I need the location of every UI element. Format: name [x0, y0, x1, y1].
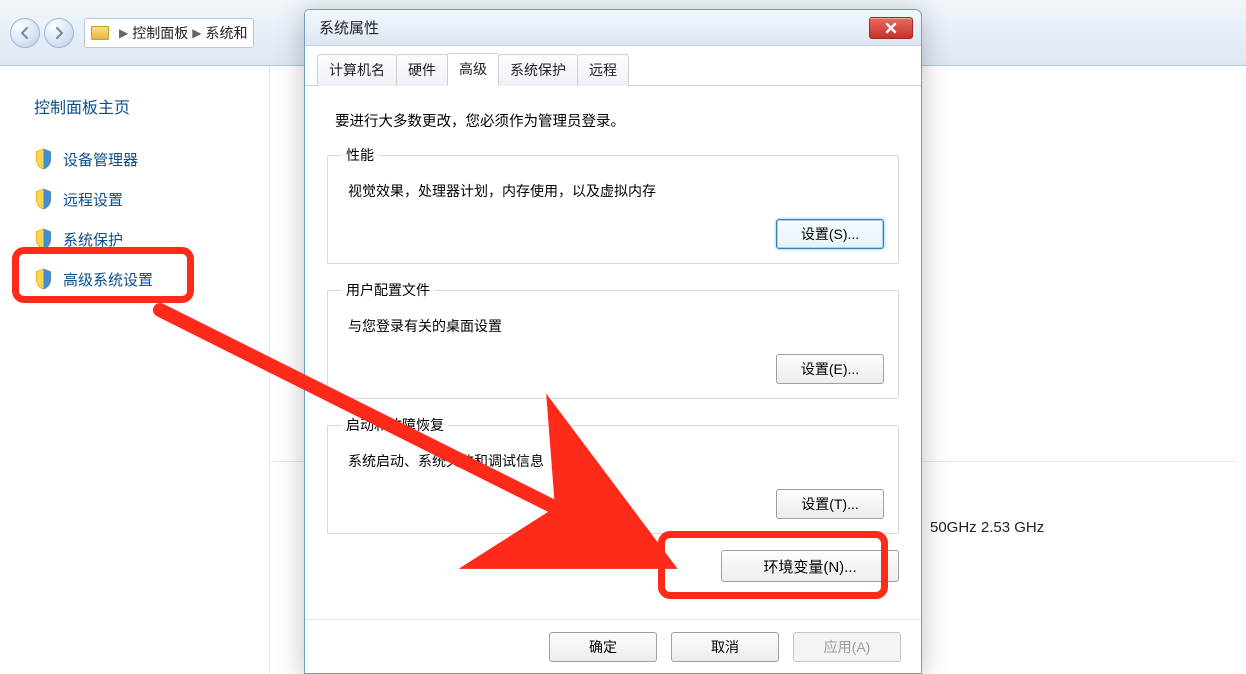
group-legend: 用户配置文件 — [342, 280, 434, 300]
address-bar[interactable]: ▶ 控制面板 ▶ 系统和 — [84, 18, 254, 48]
ok-button[interactable]: 确定 — [549, 632, 657, 662]
folder-icon — [91, 26, 109, 40]
sidebar-item-remote-settings[interactable]: 远程设置 — [34, 188, 249, 210]
shield-icon — [34, 268, 53, 290]
breadcrumb-item[interactable]: 控制面板 — [132, 23, 188, 43]
sidebar-item-device-manager[interactable]: 设备管理器 — [34, 148, 249, 170]
dialog-bottom-bar: 确定 取消 应用(A) — [305, 619, 921, 673]
apply-button[interactable]: 应用(A) — [793, 632, 901, 662]
dialog-title: 系统属性 — [319, 17, 869, 38]
tab-advanced[interactable]: 高级 — [447, 53, 499, 86]
performance-settings-button[interactable]: 设置(S)... — [776, 219, 884, 249]
sidebar-item-label: 系统保护 — [63, 229, 123, 250]
group-desc: 视觉效果，处理器计划，内存使用，以及虚拟内存 — [348, 181, 884, 201]
group-legend: 启动和故障恢复 — [342, 415, 448, 435]
sidebar-item-label: 远程设置 — [63, 189, 123, 210]
tab-hardware[interactable]: 硬件 — [396, 54, 448, 86]
group-startup-recovery: 启动和故障恢复 系统启动、系统失败和调试信息 设置(T)... — [327, 415, 899, 534]
forward-button[interactable] — [44, 18, 74, 48]
group-performance: 性能 视觉效果，处理器计划，内存使用，以及虚拟内存 设置(S)... — [327, 145, 899, 264]
cancel-button[interactable]: 取消 — [671, 632, 779, 662]
group-desc: 系统启动、系统失败和调试信息 — [348, 451, 884, 471]
startup-settings-button[interactable]: 设置(T)... — [776, 489, 884, 519]
breadcrumb-item[interactable]: 系统和 — [205, 23, 247, 43]
chevron-right-icon: ▶ — [119, 26, 128, 40]
group-legend: 性能 — [342, 145, 378, 165]
shield-icon — [34, 228, 53, 250]
tab-content-advanced: 要进行大多数更改，您必须作为管理员登录。 性能 视觉效果，处理器计划，内存使用，… — [305, 86, 921, 592]
back-button[interactable] — [10, 18, 40, 48]
profiles-settings-button[interactable]: 设置(E)... — [776, 354, 884, 384]
system-properties-dialog: 系统属性 计算机名 硬件 高级 系统保护 远程 要进行大多数更改，您必须作为管理… — [304, 9, 922, 674]
admin-note: 要进行大多数更改，您必须作为管理员登录。 — [335, 110, 891, 131]
sidebar-title: 控制面板主页 — [34, 94, 249, 118]
sidebar-item-advanced-system-settings[interactable]: 高级系统设置 — [34, 268, 249, 290]
cpu-info-text: 50GHz 2.53 GHz — [930, 519, 1044, 536]
dialog-tabbar: 计算机名 硬件 高级 系统保护 远程 — [305, 46, 921, 86]
chevron-right-icon: ▶ — [192, 26, 201, 40]
close-button[interactable] — [869, 17, 913, 39]
shield-icon — [34, 188, 53, 210]
nav-buttons — [10, 18, 74, 48]
dialog-titlebar: 系统属性 — [305, 10, 921, 46]
shield-icon — [34, 148, 53, 170]
tab-system-protection[interactable]: 系统保护 — [498, 54, 578, 86]
sidebar: 控制面板主页 设备管理器 远程设置 — [0, 66, 270, 674]
environment-variables-button[interactable]: 环境变量(N)... — [721, 550, 899, 582]
sidebar-item-label: 设备管理器 — [63, 149, 138, 170]
tab-remote[interactable]: 远程 — [577, 54, 629, 86]
tab-computer-name[interactable]: 计算机名 — [317, 54, 397, 86]
group-desc: 与您登录有关的桌面设置 — [348, 316, 884, 336]
sidebar-item-system-protection[interactable]: 系统保护 — [34, 228, 249, 250]
sidebar-item-label: 高级系统设置 — [63, 269, 153, 290]
group-user-profiles: 用户配置文件 与您登录有关的桌面设置 设置(E)... — [327, 280, 899, 399]
